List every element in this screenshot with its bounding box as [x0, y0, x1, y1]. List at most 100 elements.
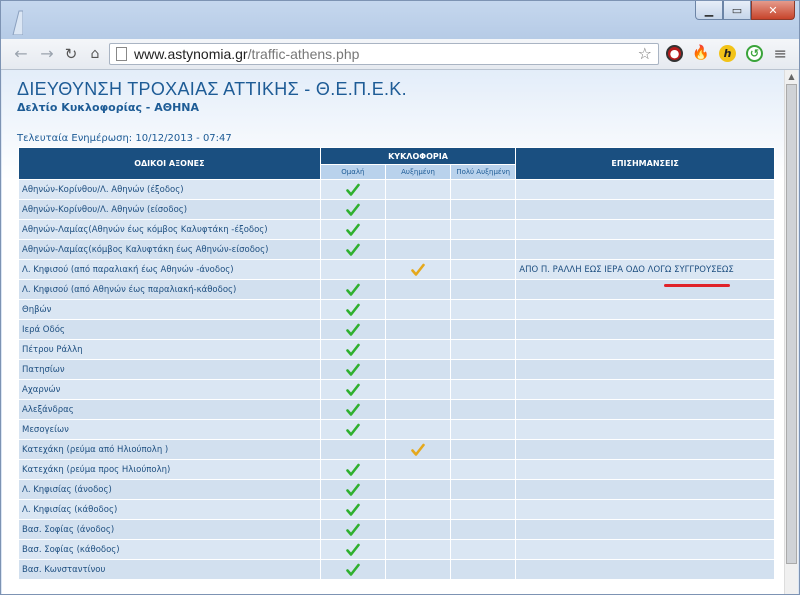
check-normal-icon: [346, 383, 360, 396]
status-increased-cell: [385, 200, 451, 219]
table-row: Θηβών: [19, 300, 774, 319]
reload-icon[interactable]: ↻: [61, 44, 81, 64]
check-normal-icon: [346, 403, 360, 416]
subheader-very-increased: Πολύ Αυξημένη: [451, 165, 516, 179]
table-row: Λ. Κηφισού (από Αθηνών έως παραλιακή-κάθ…: [19, 280, 774, 299]
status-increased-cell: [385, 480, 451, 499]
minimize-button[interactable]: ▁: [695, 1, 723, 20]
scroll-up-arrow-icon[interactable]: ▲: [785, 70, 798, 83]
check-increased-icon: [411, 443, 425, 456]
table-row: Πατησίων: [19, 360, 774, 379]
tab-edge-icon[interactable]: [9, 9, 23, 35]
status-increased-cell: [385, 540, 451, 559]
status-very-increased-cell: [451, 460, 516, 479]
honey-extension-icon[interactable]: h: [719, 45, 736, 62]
table-row: Λ. Κηφισίας (κάθοδος): [19, 500, 774, 519]
note-cell: [516, 340, 774, 359]
status-normal-cell: [320, 520, 385, 539]
status-normal-cell: [320, 440, 385, 459]
status-increased-cell: [385, 300, 451, 319]
status-normal-cell: [320, 280, 385, 299]
check-normal-icon: [346, 243, 360, 256]
status-very-increased-cell: [451, 320, 516, 339]
note-cell: [516, 320, 774, 339]
road-name: Αθηνών-Λαμίας(κόμβος Καλυφτάκη έως Αθηνώ…: [19, 240, 320, 259]
status-normal-cell: [320, 540, 385, 559]
status-very-increased-cell: [451, 220, 516, 239]
road-name: Λ. Κηφισού (από παραλιακή έως Αθηνών -άν…: [19, 260, 320, 279]
status-increased-cell: [385, 260, 451, 279]
check-normal-icon: [346, 483, 360, 496]
home-icon[interactable]: ⌂: [85, 44, 105, 64]
note-cell: [516, 200, 774, 219]
status-very-increased-cell: [451, 540, 516, 559]
table-row: Βασ. Κωνσταντίνου: [19, 560, 774, 579]
note-cell: ΑΠΟ Π. ΡΑΛΛΗ ΕΩΣ ΙΕΡΑ ΟΔΟ ΛΟΓΩ ΣΥΓΓΡΟΥΣΕ…: [516, 260, 774, 279]
status-very-increased-cell: [451, 500, 516, 519]
status-very-increased-cell: [451, 180, 516, 199]
check-normal-icon: [346, 423, 360, 436]
vertical-scrollbar[interactable]: ▲: [784, 70, 798, 594]
menu-icon[interactable]: ≡: [774, 44, 787, 63]
status-very-increased-cell: [451, 380, 516, 399]
road-name: Λ. Κηφισού (από Αθηνών έως παραλιακή-κάθ…: [19, 280, 320, 299]
road-name: Πέτρου Ράλλη: [19, 340, 320, 359]
note-cell: [516, 500, 774, 519]
check-normal-icon: [346, 503, 360, 516]
note-cell: [516, 420, 774, 439]
table-row: Αθηνών-Λαμίας(κόμβος Καλυφτάκη έως Αθηνώ…: [19, 240, 774, 259]
note-cell: [516, 480, 774, 499]
status-increased-cell: [385, 420, 451, 439]
table-row: Βασ. Σοφίας (κάθοδος): [19, 540, 774, 559]
browser-window: ▁ ▭ ✕ ← → ↻ ⌂ www.astynomia.gr/traffic-a…: [0, 0, 800, 595]
table-row: Κατεχάκη (ρεύμα προς Ηλιούπολη): [19, 460, 774, 479]
status-very-increased-cell: [451, 480, 516, 499]
note-cell: [516, 520, 774, 539]
fire-extension-icon[interactable]: 🔥: [692, 45, 709, 62]
forward-arrow-icon[interactable]: →: [37, 44, 57, 64]
note-cell: [516, 460, 774, 479]
page-content: ΔΙΕΥΘΥΝΣΗ ΤΡΟΧΑΙΑΣ ΑΤΤΙΚΗΣ - Θ.Ε.Π.Ε.Κ. …: [2, 70, 786, 594]
header-notes: ΕΠΙΣΗΜΑΝΣΕΙΣ: [516, 148, 774, 179]
header-roads: ΟΔΙΚΟΙ ΑΞΟΝΕΣ: [19, 148, 320, 179]
bookmark-star-icon[interactable]: ☆: [638, 44, 652, 63]
refresh-extension-icon[interactable]: ↺: [746, 45, 763, 62]
check-normal-icon: [346, 283, 360, 296]
url-text: www.astynomia.gr/traffic-athens.php: [134, 46, 359, 62]
note-cell: [516, 380, 774, 399]
road-name: Λ. Κηφισίας (κάθοδος): [19, 500, 320, 519]
check-increased-icon: [411, 263, 425, 276]
status-normal-cell: [320, 460, 385, 479]
status-increased-cell: [385, 520, 451, 539]
note-cell: [516, 280, 774, 299]
note-cell: [516, 440, 774, 459]
status-very-increased-cell: [451, 400, 516, 419]
record-extension-icon[interactable]: ●: [666, 45, 683, 62]
page-icon: [116, 47, 127, 61]
maximize-button[interactable]: ▭: [723, 1, 751, 20]
status-increased-cell: [385, 340, 451, 359]
table-row: Πέτρου Ράλλη: [19, 340, 774, 359]
page-title: ΔΙΕΥΘΥΝΣΗ ΤΡΟΧΑΙΑΣ ΑΤΤΙΚΗΣ - Θ.Ε.Π.Ε.Κ.: [17, 79, 407, 99]
status-increased-cell: [385, 500, 451, 519]
status-very-increased-cell: [451, 520, 516, 539]
status-normal-cell: [320, 320, 385, 339]
highlight-underline: [664, 284, 730, 287]
table-row: Ιερά Οδός: [19, 320, 774, 339]
status-increased-cell: [385, 360, 451, 379]
road-name: Βασ. Σοφίας (κάθοδος): [19, 540, 320, 559]
header-traffic: ΚΥΚΛΟΦΟΡΙΑ: [320, 148, 516, 164]
address-bar[interactable]: www.astynomia.gr/traffic-athens.php ☆: [109, 43, 659, 65]
status-very-increased-cell: [451, 240, 516, 259]
back-arrow-icon[interactable]: ←: [11, 44, 31, 64]
check-normal-icon: [346, 523, 360, 536]
url-path: /traffic-athens.php: [247, 46, 360, 62]
subheader-increased: Αυξημένη: [385, 165, 451, 179]
scroll-thumb[interactable]: [786, 84, 797, 564]
road-name: Αθηνών-Κορίνθου/Λ. Αθηνών (είσοδος): [19, 200, 320, 219]
check-normal-icon: [346, 203, 360, 216]
table-row: Αχαρνών: [19, 380, 774, 399]
check-normal-icon: [346, 303, 360, 316]
road-name: Θηβών: [19, 300, 320, 319]
close-button[interactable]: ✕: [751, 1, 795, 20]
